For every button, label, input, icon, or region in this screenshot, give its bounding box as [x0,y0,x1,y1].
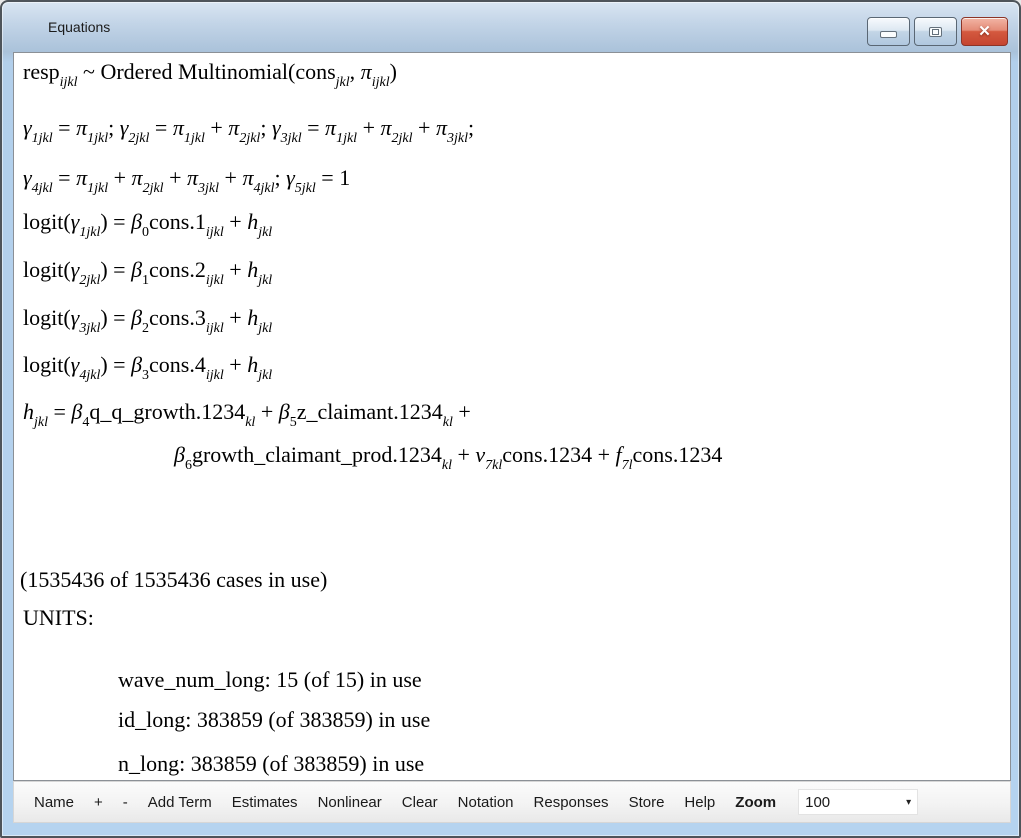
minimize-icon [880,31,897,38]
equation-h-term-cont[interactable]: β6growth_claimant_prod.1234kl + v7klcons… [174,442,722,474]
equations-window: Equations ✕ respijkl ~ Ordered Multinomi… [0,0,1021,838]
cases-in-use-text: (1535436 of 1535436 cases in use) [20,567,327,593]
toolbar-help-button[interactable]: Help [684,794,715,811]
equation-gamma-1[interactable]: γ1jkl = π1jkl; γ2jkl = π1jkl + π2jkl; γ3… [23,115,474,147]
toolbar-store-button[interactable]: Store [629,794,665,811]
unit-n-long: n_long: 383859 (of 383859) in use [118,751,424,777]
equation-gamma-2[interactable]: γ4jkl = π1jkl + π2jkl + π3jkl + π4jkl; γ… [23,165,350,197]
equation-logit-4[interactable]: logit(γ4jkl) = β3cons.4ijkl + hjkl [23,352,272,384]
toolbar-plus-button[interactable]: + [94,794,103,811]
minimize-button[interactable] [867,17,910,46]
equations-toolbar: Name + - Add Term Estimates Nonlinear Cl… [13,781,1011,823]
toolbar-estimates-button[interactable]: Estimates [232,794,298,811]
equation-h-term[interactable]: hjkl = β4q_q_growth.1234kl + β5z_claiman… [23,399,471,431]
equation-logit-1[interactable]: logit(γ1jkl) = β0cons.1ijkl + hjkl [23,209,272,241]
toolbar-responses-button[interactable]: Responses [534,794,609,811]
unit-wave-num-long: wave_num_long: 15 (of 15) in use [118,667,422,693]
window-title: Equations [48,19,110,35]
close-icon: ✕ [978,24,991,39]
maximize-icon [929,27,942,37]
chevron-down-icon: ▾ [906,797,911,808]
equation-logit-2[interactable]: logit(γ2jkl) = β1cons.2ijkl + hjkl [23,257,272,289]
toolbar-nonlinear-button[interactable]: Nonlinear [318,794,382,811]
toolbar-add-term-button[interactable]: Add Term [148,794,212,811]
toolbar-name-button[interactable]: Name [34,794,74,811]
title-bar[interactable]: Equations ✕ [2,2,1019,52]
zoom-label: Zoom [735,794,776,811]
caption-buttons: ✕ [867,17,1008,46]
maximize-button[interactable] [914,17,957,46]
toolbar-clear-button[interactable]: Clear [402,794,438,811]
units-header: UNITS: [23,605,94,631]
zoom-level-value: 100 [805,794,830,811]
toolbar-notation-button[interactable]: Notation [458,794,514,811]
equation-logit-3[interactable]: logit(γ3jkl) = β2cons.3ijkl + hjkl [23,305,272,337]
equation-response[interactable]: respijkl ~ Ordered Multinomial(consjkl, … [23,59,397,91]
equations-pane: respijkl ~ Ordered Multinomial(consjkl, … [13,52,1011,781]
toolbar-minus-button[interactable]: - [123,794,128,811]
zoom-level-select[interactable]: 100 ▾ [798,789,918,815]
unit-id-long: id_long: 383859 (of 383859) in use [118,707,430,733]
close-button[interactable]: ✕ [961,17,1008,46]
